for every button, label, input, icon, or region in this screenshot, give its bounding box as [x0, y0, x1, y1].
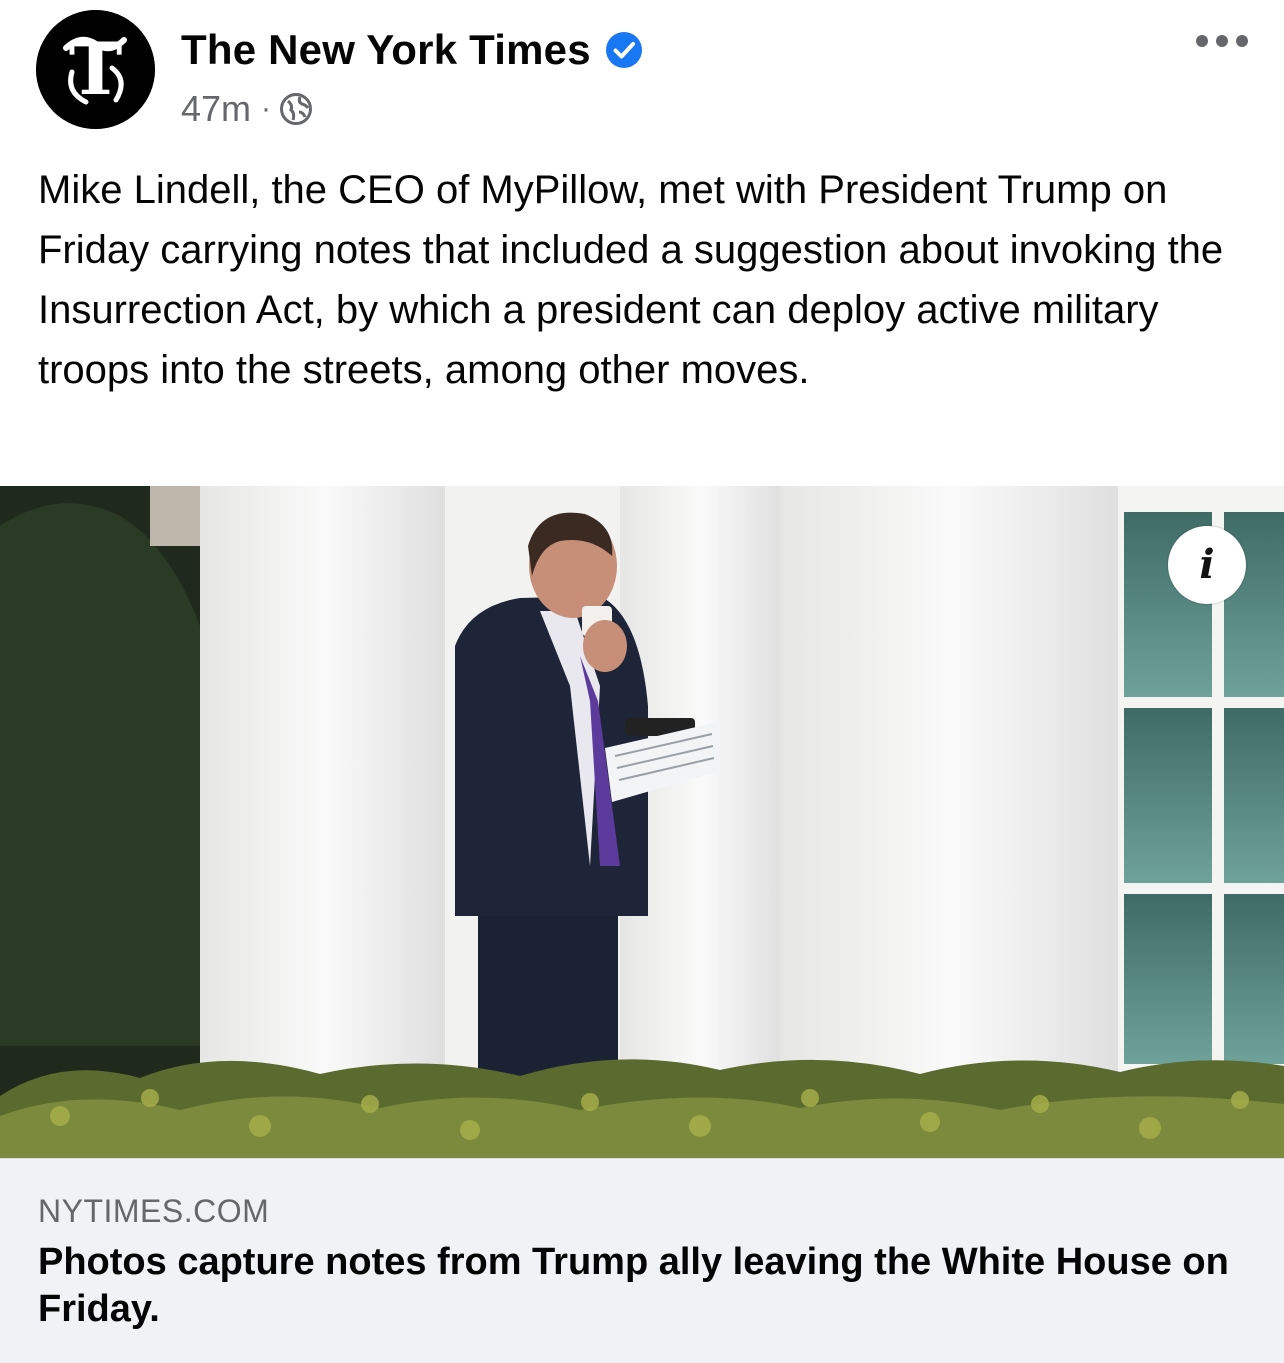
verified-badge-icon — [605, 32, 642, 68]
link-preview-card[interactable]: NYTIMES.COM Photos capture notes from Tr… — [0, 1158, 1284, 1363]
dot — [1196, 35, 1208, 47]
dot — [1236, 35, 1248, 47]
photo-image — [0, 486, 1284, 1158]
globe-icon — [280, 93, 313, 125]
meta-separator: · — [261, 92, 272, 125]
more-options-icon[interactable] — [1196, 26, 1248, 56]
info-label: i — [1199, 541, 1215, 588]
nyt-t-logo-icon: T — [36, 10, 155, 129]
page-name-row: The New York Times — [181, 24, 643, 76]
page-avatar[interactable]: T — [36, 10, 155, 129]
dot — [1216, 35, 1228, 47]
post-timestamp[interactable]: 47m — [181, 86, 251, 132]
link-title: Photos capture notes from Trump ally lea… — [38, 1241, 1229, 1330]
post-header: T The New York Times 47m · — [0, 0, 1284, 150]
post-meta: 47m · — [181, 86, 313, 132]
page-name[interactable]: The New York Times — [181, 24, 591, 76]
link-domain: NYTIMES.COM — [38, 1193, 270, 1229]
post-message: Mike Lindell, the CEO of MyPillow, met w… — [38, 168, 1224, 392]
info-icon[interactable]: i — [1168, 526, 1246, 604]
post-photo[interactable]: i — [0, 486, 1284, 1158]
